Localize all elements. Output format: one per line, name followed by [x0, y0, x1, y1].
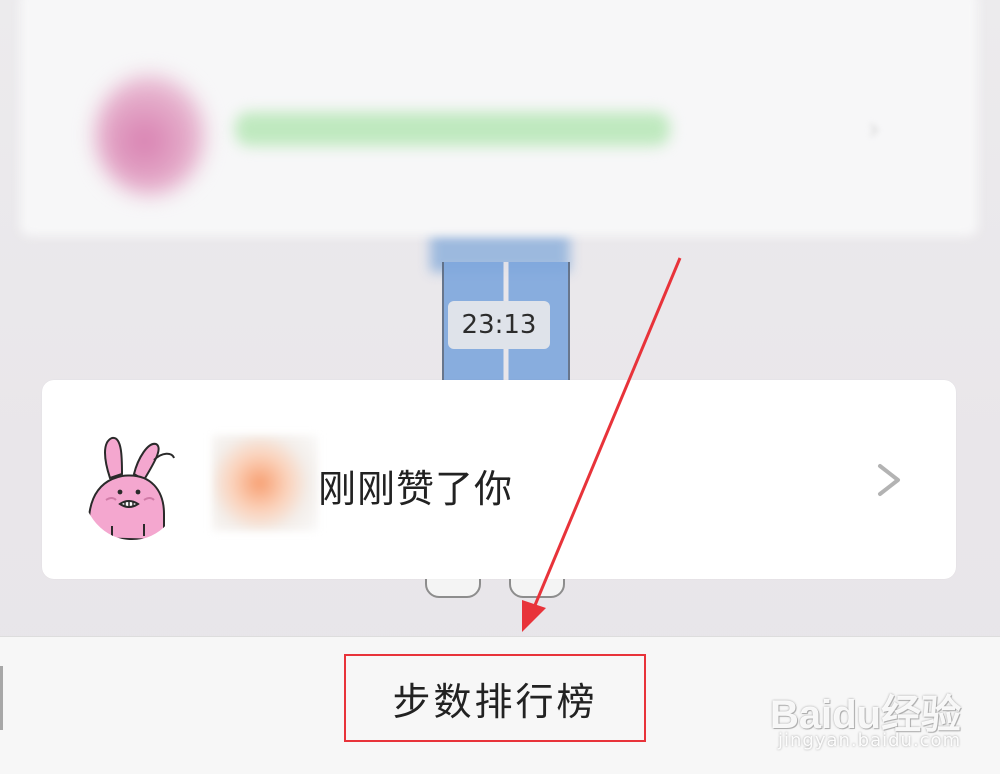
- blurred-text-bar: [235, 112, 670, 146]
- message-timestamp: 23:13: [448, 301, 550, 349]
- chevron-right-icon: [872, 460, 908, 500]
- notification-message: 刚刚赞了你: [318, 467, 514, 511]
- blurred-username: [212, 435, 318, 531]
- baidu-watermark: Baidu经验 jingyan.baidu.com: [770, 662, 990, 762]
- like-notification-card[interactable]: 刚刚赞了你: [42, 380, 956, 579]
- blurred-avatar: [95, 75, 205, 195]
- watermark-url: jingyan.baidu.com: [778, 730, 962, 751]
- rabbit-avatar-icon: [82, 430, 182, 540]
- bottom-separator: [0, 666, 3, 730]
- blurred-chevron-icon: ›: [868, 112, 880, 147]
- step-ranking-button[interactable]: 步数排行榜: [344, 654, 646, 742]
